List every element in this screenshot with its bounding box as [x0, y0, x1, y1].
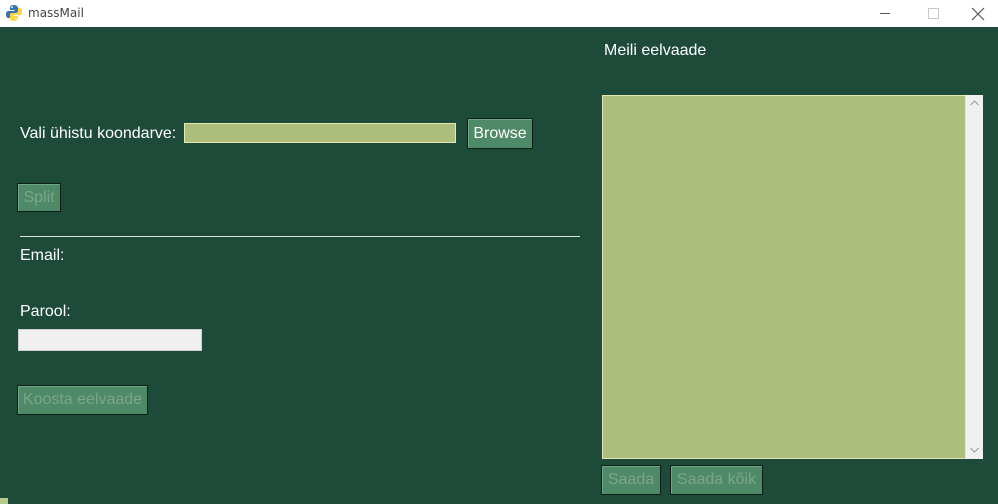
split-button[interactable]: Split: [17, 183, 61, 212]
section-divider: [20, 236, 580, 237]
preview-title: Meili eelvaade: [604, 42, 707, 59]
parool-label: Parool:: [20, 303, 71, 320]
scroll-down-arrow-icon[interactable]: [966, 442, 983, 459]
parool-input[interactable]: [18, 329, 202, 351]
scroll-up-arrow-icon[interactable]: [966, 95, 983, 112]
mail-preview-textarea[interactable]: [602, 95, 966, 459]
koosta-eelvaade-button[interactable]: Koosta eelvaade: [17, 385, 148, 415]
koondarve-label: Vali ühistu koondarve:: [20, 125, 177, 142]
koondarve-path-input[interactable]: [184, 123, 456, 143]
saada-koik-button[interactable]: Saada kõik: [670, 465, 763, 495]
resize-corner: [0, 498, 8, 504]
email-label: Email:: [20, 247, 65, 264]
maximize-button[interactable]: [910, 0, 956, 27]
close-button[interactable]: [955, 0, 998, 27]
title-bar: massMail: [0, 0, 998, 27]
python-icon: [5, 4, 23, 22]
minimize-icon: [880, 13, 890, 14]
saada-button[interactable]: Saada: [601, 465, 661, 495]
close-icon: [971, 7, 985, 21]
preview-scrollbar[interactable]: [966, 95, 983, 459]
browse-button[interactable]: Browse: [467, 118, 533, 149]
minimize-button[interactable]: [862, 0, 908, 27]
maximize-icon: [928, 8, 939, 19]
window-title: massMail: [28, 6, 84, 20]
